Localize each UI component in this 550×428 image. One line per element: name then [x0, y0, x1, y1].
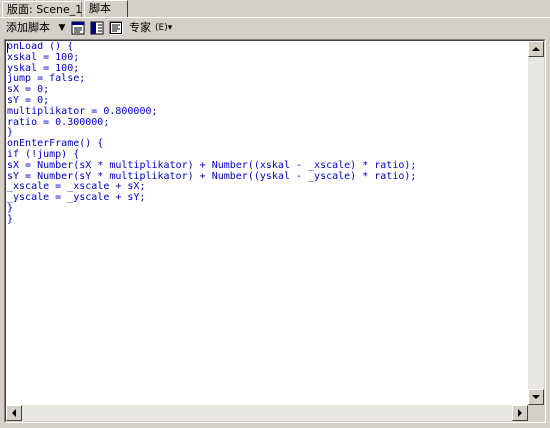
code-area[interactable]: onLoad () {xskal = 100; yskal = 100; jump … — [7, 42, 526, 404]
code-line: multiplikator = 0.800000; — [7, 105, 158, 117]
scroll-down-button[interactable] — [528, 389, 544, 405]
code-line: jump = false; — [7, 73, 86, 85]
code-line: } — [7, 202, 14, 214]
code-line: ratio = 0.300000; — [7, 116, 110, 128]
code-line: onLoad () { — [7, 42, 74, 52]
chevron-down-icon[interactable]: ▼ — [57, 20, 67, 36]
text-caret — [7, 43, 8, 53]
split-view-icon[interactable] — [90, 21, 104, 35]
code-line: sX = 0; — [7, 84, 50, 96]
expert-label[interactable]: 专家 — [129, 20, 151, 36]
normal-mode-icon[interactable] — [71, 21, 85, 35]
tab-bar: 版面: Scene_1 脚本 — [0, 0, 550, 18]
code-line: _yscale = _yscale + sY; — [7, 192, 146, 204]
toolbar: 添加脚本 ▼ 专家 (E)▾ — [0, 18, 550, 38]
tab-scene[interactable]: 版面: Scene_1 — [2, 1, 82, 17]
add-script-button[interactable]: 添加脚本 — [6, 20, 50, 36]
vertical-scrollbar[interactable] — [528, 41, 544, 405]
code-line: } — [7, 213, 14, 225]
code-line: onEnterFrame() { — [7, 138, 104, 150]
code-line: sX = Number(sX * multiplikator) + Number… — [7, 159, 417, 171]
scroll-up-button[interactable] — [528, 41, 544, 57]
code-line: xskal = 100; — [7, 51, 80, 63]
script-panel: 版面: Scene_1 脚本 添加脚本 ▼ 专家 (E)▾ onLoad () … — [0, 0, 550, 428]
tab-script[interactable]: 脚本 — [84, 0, 128, 18]
horizontal-scrollbar[interactable] — [6, 405, 528, 421]
scrollbar-corner — [528, 405, 544, 421]
script-editor-frame: onLoad () {xskal = 100; yskal = 100; jump … — [4, 39, 546, 423]
script-editor[interactable]: onLoad () {xskal = 100; yskal = 100; jump … — [5, 40, 545, 422]
scroll-right-button[interactable] — [512, 405, 528, 421]
expert-menu-icon[interactable]: (E)▾ — [155, 22, 172, 34]
expert-mode-icon[interactable] — [109, 21, 123, 35]
scroll-left-button[interactable] — [6, 405, 22, 421]
